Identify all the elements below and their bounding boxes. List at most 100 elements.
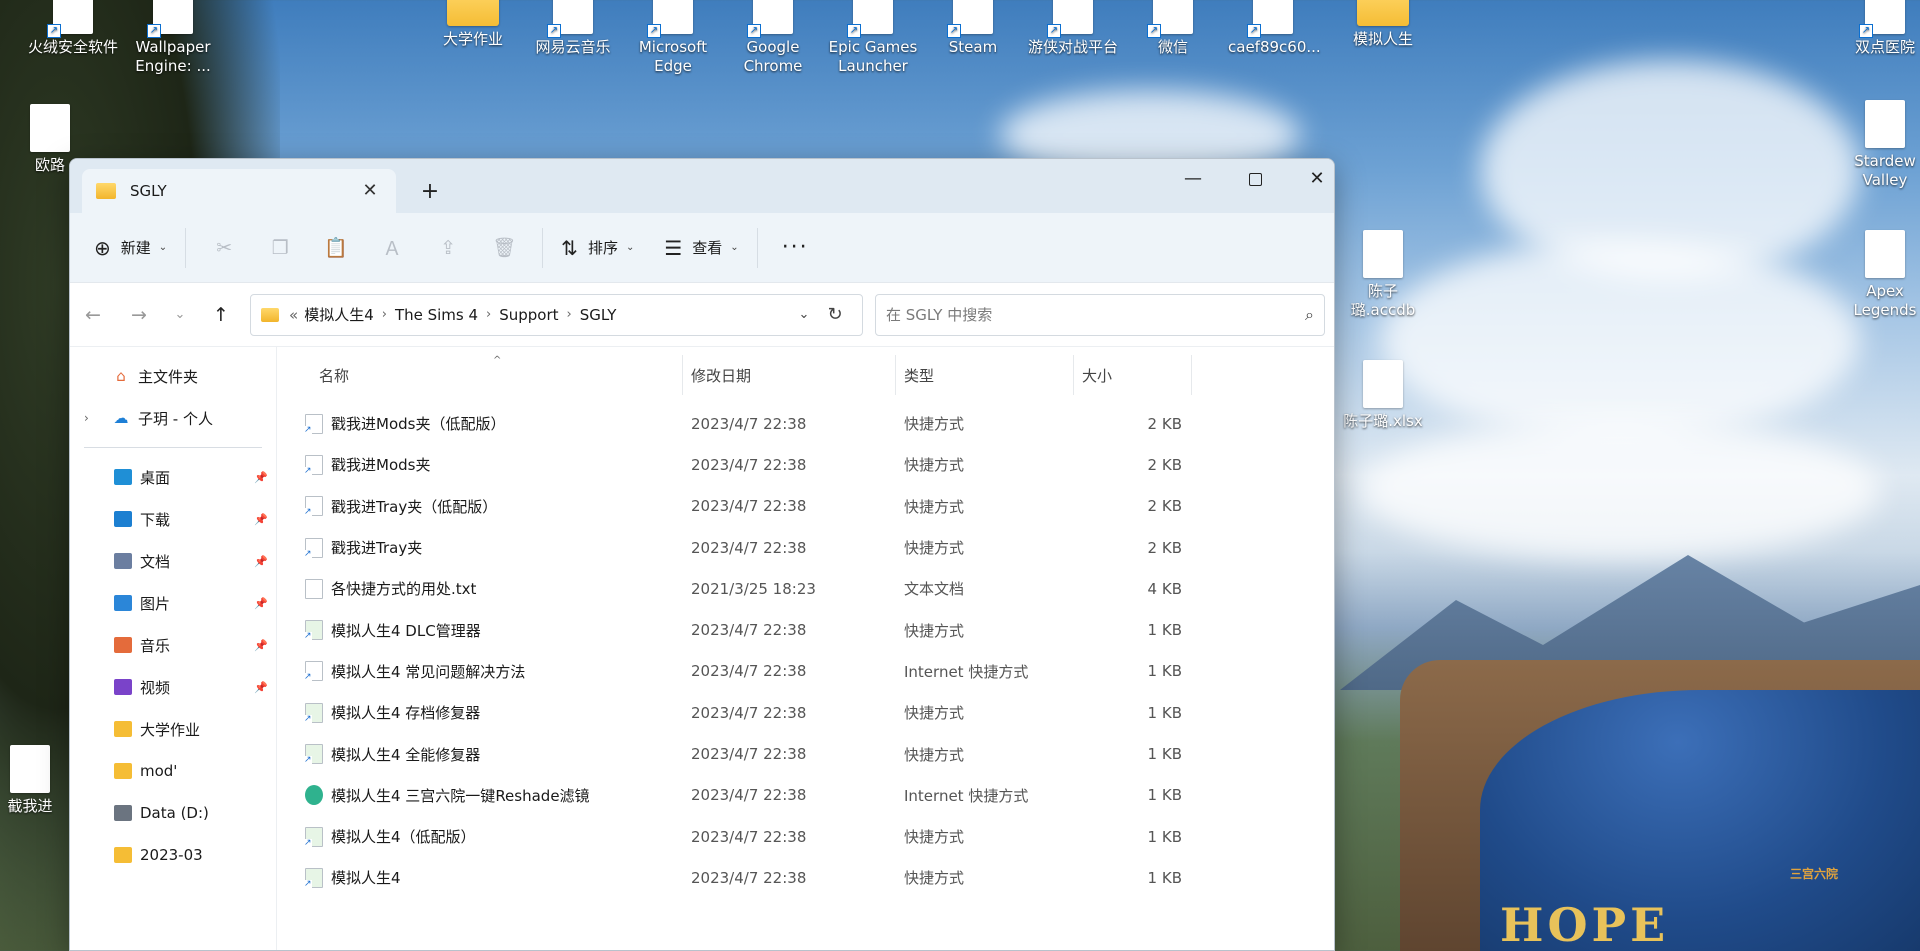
file-row[interactable]: ↗ 模拟人生4 全能修复器 2023/4/7 22:38 快捷方式 1 KB bbox=[277, 733, 1334, 774]
sidebar-item[interactable]: 图片 📌 bbox=[70, 582, 276, 624]
breadcrumb-overflow[interactable]: « bbox=[289, 306, 298, 324]
desktop-icon[interactable]: ↗ Microsoft Edge bbox=[628, 0, 718, 76]
desktop-icon[interactable]: ↗ Wallpaper Engine: ... bbox=[128, 0, 218, 76]
pin-icon[interactable]: 📌 bbox=[254, 681, 268, 694]
pin-icon[interactable]: 📌 bbox=[254, 513, 268, 526]
desktop-icon[interactable]: ↗ 游侠对战平台 bbox=[1028, 0, 1118, 57]
pin-icon[interactable]: 📌 bbox=[254, 639, 268, 652]
forward-button[interactable]: → bbox=[116, 295, 162, 335]
sidebar-item[interactable]: Data (D:) bbox=[70, 792, 276, 834]
sidebar-item[interactable]: mod' bbox=[70, 750, 276, 792]
desktop-icon[interactable]: ↗ 网易云音乐 bbox=[528, 0, 618, 57]
recent-locations-button[interactable]: ⌄ bbox=[162, 295, 198, 335]
shortcut-icon: ↗ bbox=[47, 0, 93, 38]
desktop-icon[interactable]: ↗ 双点医院 bbox=[1840, 0, 1920, 57]
new-tab-button[interactable]: + bbox=[414, 176, 446, 208]
sort-button[interactable]: ⇅ 排序 ⌄ bbox=[553, 228, 642, 268]
file-row[interactable]: ↗ 模拟人生4 常见问题解决方法 2023/4/7 22:38 Internet 快捷… bbox=[277, 651, 1334, 692]
desktop-icon[interactable]: ↗ 火绒安全软件 bbox=[28, 0, 118, 57]
chevron-down-icon: ⌄ bbox=[730, 242, 739, 253]
close-window-button[interactable]: ✕ bbox=[1286, 159, 1334, 199]
search-icon[interactable]: ⌕ bbox=[1305, 305, 1314, 325]
close-tab-button[interactable]: ✕ bbox=[358, 179, 382, 203]
back-button[interactable]: ← bbox=[70, 295, 116, 335]
cut-button[interactable]: ✂ bbox=[196, 228, 252, 268]
sidebar-item-home[interactable]: ⌂ 主文件夹 bbox=[70, 355, 276, 397]
desktop-icon[interactable]: 大学作业 bbox=[428, 0, 518, 49]
file-row[interactable]: ↗ 模拟人生4 2023/4/7 22:38 快捷方式 1 KB bbox=[277, 857, 1334, 898]
breadcrumb-segment[interactable]: Support bbox=[499, 306, 558, 324]
sidebar-item-label: Data (D:) bbox=[140, 804, 209, 822]
file-name: 模拟人生4 存档修复器 bbox=[331, 704, 481, 723]
desktop-icon[interactable]: ↗ caef89c60... bbox=[1228, 0, 1321, 57]
desktop-icon[interactable]: ↗ Steam bbox=[928, 0, 1018, 57]
column-header-name[interactable]: 名称 bbox=[277, 355, 683, 395]
file-row[interactable]: 模拟人生4 三宫六院一键Reshade滤镜 2023/4/7 22:38 Inter… bbox=[277, 775, 1334, 816]
desktop-icon-label: Epic Games Launcher bbox=[828, 38, 918, 75]
refresh-button[interactable]: ↻ bbox=[818, 304, 852, 325]
chevron-down-icon: ⌄ bbox=[158, 242, 168, 253]
chevron-right-icon[interactable]: › bbox=[382, 307, 387, 322]
delete-button[interactable]: 🗑 bbox=[476, 228, 532, 268]
column-header-modified[interactable]: 修改日期 bbox=[683, 355, 896, 395]
folder-shape-icon bbox=[114, 679, 132, 695]
column-header-type[interactable]: 类型 bbox=[896, 355, 1074, 395]
view-button[interactable]: ☰ 查看 ⌄ bbox=[656, 228, 746, 268]
file-row[interactable]: ↗ 戳我进Mods夹 2023/4/7 22:38 快捷方式 2 KB bbox=[277, 444, 1334, 485]
address-history-button[interactable]: ⌄ bbox=[790, 307, 818, 322]
pin-icon[interactable]: 📌 bbox=[254, 597, 268, 610]
chevron-right-icon[interactable]: › bbox=[486, 307, 491, 322]
desktop-icon[interactable]: ↗ 微信 bbox=[1128, 0, 1218, 57]
file-row[interactable]: ↗ 模拟人生4 DLC管理器 2023/4/7 22:38 快捷方式 1 KB bbox=[277, 609, 1334, 650]
file-row[interactable]: ↗ 模拟人生4（低配版） 2023/4/7 22:38 快捷方式 1 KB bbox=[277, 816, 1334, 857]
share-button[interactable]: ⇪ bbox=[420, 228, 476, 268]
copy-button[interactable]: ❐ bbox=[252, 228, 308, 268]
sidebar-item[interactable]: 桌面 📌 bbox=[70, 456, 276, 498]
chevron-right-icon[interactable]: › bbox=[84, 411, 89, 425]
up-button[interactable]: ↑ bbox=[198, 295, 244, 335]
desktop-icon[interactable]: 截我进 bbox=[0, 745, 60, 816]
sidebar-item[interactable]: 视频 📌 bbox=[70, 666, 276, 708]
desktop-icon[interactable]: ↗ Google Chrome bbox=[728, 0, 818, 76]
tab-sgly[interactable]: SGLY ✕ bbox=[82, 169, 396, 213]
desktop-icon[interactable]: ↗ Epic Games Launcher bbox=[828, 0, 918, 76]
shortcut-arrow-icon: ↗ bbox=[304, 631, 312, 642]
breadcrumb-segment[interactable]: 模拟人生4 bbox=[304, 304, 374, 325]
desktop-icon[interactable]: Stardew Valley bbox=[1840, 100, 1920, 190]
sidebar-item[interactable]: 文档 📌 bbox=[70, 540, 276, 582]
maximize-button[interactable] bbox=[1224, 159, 1286, 199]
folder-icon bbox=[112, 846, 134, 864]
sidebar-item-onedrive[interactable]: › ☁ 子玥 - 个人 bbox=[70, 397, 276, 439]
desktop-icon[interactable]: 模拟人生 bbox=[1338, 0, 1428, 49]
sidebar-item[interactable]: 2023-03 bbox=[70, 834, 276, 876]
paste-button[interactable]: 📋 bbox=[308, 228, 364, 268]
chevron-right-icon[interactable]: › bbox=[567, 307, 572, 322]
edge-icon bbox=[305, 785, 323, 806]
file-row[interactable]: ↗ 戳我进Mods夹（低配版） 2023/4/7 22:38 快捷方式 2 KB bbox=[277, 403, 1334, 444]
address-bar[interactable]: « 模拟人生4 › The Sims 4 › Support › SGLY ⌄ … bbox=[250, 293, 863, 336]
sidebar-item[interactable]: 下载 📌 bbox=[70, 498, 276, 540]
desktop-icon[interactable]: 陈子璐.xlsx bbox=[1338, 360, 1428, 431]
file-row[interactable]: ↗ 戳我进Tray夹 2023/4/7 22:38 快捷方式 2 KB bbox=[277, 527, 1334, 568]
column-header-size[interactable]: 大小 bbox=[1074, 355, 1192, 395]
file-row[interactable]: ↗ 戳我进Tray夹（低配版） 2023/4/7 22:38 快捷方式 2 KB bbox=[277, 486, 1334, 527]
rename-button[interactable]: Ａ bbox=[364, 228, 420, 268]
more-options-button[interactable]: ··· bbox=[774, 228, 817, 268]
desktop-icon[interactable]: 陈子璐.accdb bbox=[1338, 230, 1428, 320]
search-input[interactable] bbox=[886, 305, 1306, 324]
sidebar-item[interactable]: 音乐 📌 bbox=[70, 624, 276, 666]
shortcut-icon: ↗ bbox=[647, 0, 693, 38]
breadcrumb-segment[interactable]: The Sims 4 bbox=[395, 306, 478, 324]
trash-icon: 🗑 bbox=[492, 237, 517, 259]
file-row[interactable]: 各快捷方式的用处.txt 2021/3/25 18:23 文本文档 4 KB bbox=[277, 568, 1334, 609]
minimize-button[interactable]: — bbox=[1162, 159, 1224, 199]
desktop-icon[interactable]: Apex Legends bbox=[1840, 230, 1920, 320]
file-name: 模拟人生4 全能修复器 bbox=[331, 745, 481, 764]
new-button[interactable]: ⊕ 新建 ⌄ bbox=[86, 228, 175, 268]
breadcrumb-segment[interactable]: SGLY bbox=[580, 306, 617, 324]
file-row[interactable]: ↗ 模拟人生4 存档修复器 2023/4/7 22:38 快捷方式 1 KB bbox=[277, 692, 1334, 733]
pin-icon[interactable]: 📌 bbox=[254, 471, 268, 484]
pin-icon[interactable]: 📌 bbox=[254, 555, 268, 568]
sidebar-item[interactable]: 大学作业 bbox=[70, 708, 276, 750]
file-type: 快捷方式 bbox=[904, 456, 965, 475]
